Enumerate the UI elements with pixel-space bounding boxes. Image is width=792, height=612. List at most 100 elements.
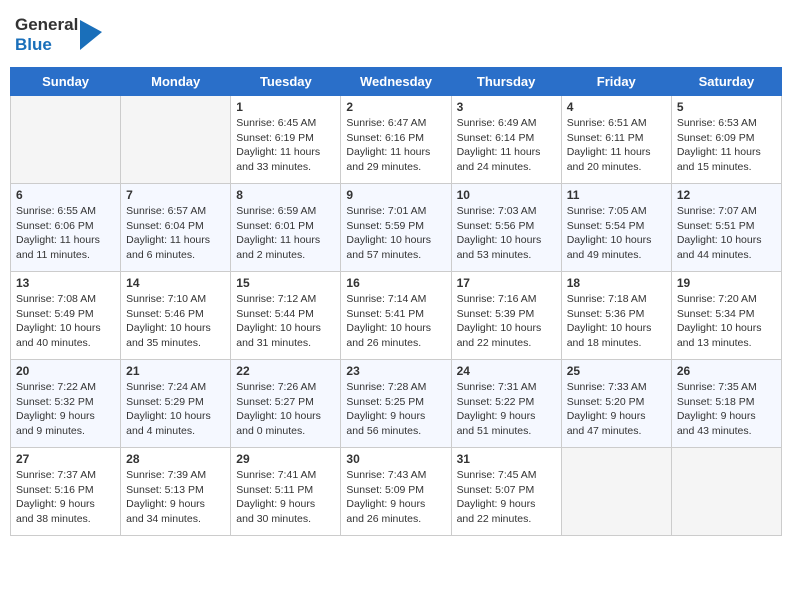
daylight-label: Daylight: 10 hours and 49 minutes. [567, 234, 652, 261]
sunrise-label: Sunrise: 7:03 AM [457, 205, 537, 217]
sunset-label: Sunset: 6:04 PM [126, 220, 204, 232]
day-number: 7 [126, 188, 225, 202]
weekday-header-tuesday: Tuesday [231, 68, 341, 96]
daylight-label: Daylight: 9 hours and 22 minutes. [457, 498, 536, 525]
day-info: Sunrise: 7:16 AM Sunset: 5:39 PM Dayligh… [457, 292, 556, 351]
calendar-cell: 3 Sunrise: 6:49 AM Sunset: 6:14 PM Dayli… [451, 96, 561, 184]
sunset-label: Sunset: 6:16 PM [346, 132, 424, 144]
week-row-2: 6 Sunrise: 6:55 AM Sunset: 6:06 PM Dayli… [11, 184, 782, 272]
sunrise-label: Sunrise: 7:35 AM [677, 381, 757, 393]
day-number: 26 [677, 364, 776, 378]
day-number: 15 [236, 276, 335, 290]
day-info: Sunrise: 7:43 AM Sunset: 5:09 PM Dayligh… [346, 468, 445, 527]
day-number: 17 [457, 276, 556, 290]
day-number: 11 [567, 188, 666, 202]
day-number: 31 [457, 452, 556, 466]
calendar-cell: 28 Sunrise: 7:39 AM Sunset: 5:13 PM Dayl… [121, 448, 231, 536]
sunrise-label: Sunrise: 7:12 AM [236, 293, 316, 305]
calendar-cell: 15 Sunrise: 7:12 AM Sunset: 5:44 PM Dayl… [231, 272, 341, 360]
calendar-cell: 30 Sunrise: 7:43 AM Sunset: 5:09 PM Dayl… [341, 448, 451, 536]
day-info: Sunrise: 7:20 AM Sunset: 5:34 PM Dayligh… [677, 292, 776, 351]
day-info: Sunrise: 7:45 AM Sunset: 5:07 PM Dayligh… [457, 468, 556, 527]
day-number: 18 [567, 276, 666, 290]
daylight-label: Daylight: 10 hours and 57 minutes. [346, 234, 431, 261]
calendar-cell: 18 Sunrise: 7:18 AM Sunset: 5:36 PM Dayl… [561, 272, 671, 360]
day-info: Sunrise: 7:24 AM Sunset: 5:29 PM Dayligh… [126, 380, 225, 439]
calendar-cell: 19 Sunrise: 7:20 AM Sunset: 5:34 PM Dayl… [671, 272, 781, 360]
day-number: 28 [126, 452, 225, 466]
daylight-label: Daylight: 11 hours and 15 minutes. [677, 146, 761, 173]
day-info: Sunrise: 7:18 AM Sunset: 5:36 PM Dayligh… [567, 292, 666, 351]
sunrise-label: Sunrise: 6:57 AM [126, 205, 206, 217]
sunrise-label: Sunrise: 7:28 AM [346, 381, 426, 393]
sunrise-label: Sunrise: 7:10 AM [126, 293, 206, 305]
daylight-label: Daylight: 9 hours and 56 minutes. [346, 410, 425, 437]
calendar-cell: 7 Sunrise: 6:57 AM Sunset: 6:04 PM Dayli… [121, 184, 231, 272]
sunrise-label: Sunrise: 6:45 AM [236, 117, 316, 129]
calendar-cell [121, 96, 231, 184]
day-info: Sunrise: 7:35 AM Sunset: 5:18 PM Dayligh… [677, 380, 776, 439]
sunset-label: Sunset: 5:36 PM [567, 308, 645, 320]
sunrise-label: Sunrise: 7:33 AM [567, 381, 647, 393]
daylight-label: Daylight: 11 hours and 33 minutes. [236, 146, 320, 173]
day-number: 22 [236, 364, 335, 378]
sunset-label: Sunset: 5:18 PM [677, 396, 755, 408]
daylight-label: Daylight: 10 hours and 35 minutes. [126, 322, 211, 349]
sunset-label: Sunset: 5:27 PM [236, 396, 314, 408]
sunrise-label: Sunrise: 7:39 AM [126, 469, 206, 481]
day-info: Sunrise: 7:05 AM Sunset: 5:54 PM Dayligh… [567, 204, 666, 263]
sunrise-label: Sunrise: 6:59 AM [236, 205, 316, 217]
daylight-label: Daylight: 11 hours and 20 minutes. [567, 146, 651, 173]
week-row-5: 27 Sunrise: 7:37 AM Sunset: 5:16 PM Dayl… [11, 448, 782, 536]
day-number: 21 [126, 364, 225, 378]
day-info: Sunrise: 7:14 AM Sunset: 5:41 PM Dayligh… [346, 292, 445, 351]
sunset-label: Sunset: 5:11 PM [236, 484, 313, 496]
day-number: 5 [677, 100, 776, 114]
week-row-1: 1 Sunrise: 6:45 AM Sunset: 6:19 PM Dayli… [11, 96, 782, 184]
day-number: 2 [346, 100, 445, 114]
calendar-cell: 12 Sunrise: 7:07 AM Sunset: 5:51 PM Dayl… [671, 184, 781, 272]
sunset-label: Sunset: 6:11 PM [567, 132, 644, 144]
weekday-header-monday: Monday [121, 68, 231, 96]
logo-general: General [15, 15, 78, 35]
sunrise-label: Sunrise: 7:08 AM [16, 293, 96, 305]
sunrise-label: Sunrise: 7:37 AM [16, 469, 96, 481]
calendar-cell: 1 Sunrise: 6:45 AM Sunset: 6:19 PM Dayli… [231, 96, 341, 184]
calendar-cell: 16 Sunrise: 7:14 AM Sunset: 5:41 PM Dayl… [341, 272, 451, 360]
calendar-cell: 20 Sunrise: 7:22 AM Sunset: 5:32 PM Dayl… [11, 360, 121, 448]
sunset-label: Sunset: 6:09 PM [677, 132, 755, 144]
calendar-cell: 11 Sunrise: 7:05 AM Sunset: 5:54 PM Dayl… [561, 184, 671, 272]
day-info: Sunrise: 7:31 AM Sunset: 5:22 PM Dayligh… [457, 380, 556, 439]
calendar-cell: 31 Sunrise: 7:45 AM Sunset: 5:07 PM Dayl… [451, 448, 561, 536]
week-row-4: 20 Sunrise: 7:22 AM Sunset: 5:32 PM Dayl… [11, 360, 782, 448]
day-number: 10 [457, 188, 556, 202]
daylight-label: Daylight: 9 hours and 30 minutes. [236, 498, 315, 525]
day-info: Sunrise: 6:55 AM Sunset: 6:06 PM Dayligh… [16, 204, 115, 263]
sunset-label: Sunset: 5:54 PM [567, 220, 645, 232]
sunrise-label: Sunrise: 7:18 AM [567, 293, 647, 305]
day-info: Sunrise: 7:08 AM Sunset: 5:49 PM Dayligh… [16, 292, 115, 351]
sunrise-label: Sunrise: 7:01 AM [346, 205, 426, 217]
daylight-label: Daylight: 10 hours and 0 minutes. [236, 410, 321, 437]
sunset-label: Sunset: 5:34 PM [677, 308, 755, 320]
calendar-cell: 14 Sunrise: 7:10 AM Sunset: 5:46 PM Dayl… [121, 272, 231, 360]
sunrise-label: Sunrise: 7:26 AM [236, 381, 316, 393]
day-number: 25 [567, 364, 666, 378]
calendar-cell: 5 Sunrise: 6:53 AM Sunset: 6:09 PM Dayli… [671, 96, 781, 184]
sunset-label: Sunset: 5:07 PM [457, 484, 535, 496]
daylight-label: Daylight: 11 hours and 2 minutes. [236, 234, 320, 261]
sunrise-label: Sunrise: 7:05 AM [567, 205, 647, 217]
sunset-label: Sunset: 5:09 PM [346, 484, 424, 496]
weekday-header-thursday: Thursday [451, 68, 561, 96]
sunset-label: Sunset: 5:20 PM [567, 396, 645, 408]
sunrise-label: Sunrise: 7:22 AM [16, 381, 96, 393]
day-number: 20 [16, 364, 115, 378]
daylight-label: Daylight: 11 hours and 6 minutes. [126, 234, 210, 261]
day-number: 9 [346, 188, 445, 202]
sunrise-label: Sunrise: 7:43 AM [346, 469, 426, 481]
day-info: Sunrise: 7:28 AM Sunset: 5:25 PM Dayligh… [346, 380, 445, 439]
page-header: General Blue [10, 10, 782, 59]
calendar-cell: 10 Sunrise: 7:03 AM Sunset: 5:56 PM Dayl… [451, 184, 561, 272]
sunrise-label: Sunrise: 6:49 AM [457, 117, 537, 129]
daylight-label: Daylight: 10 hours and 26 minutes. [346, 322, 431, 349]
